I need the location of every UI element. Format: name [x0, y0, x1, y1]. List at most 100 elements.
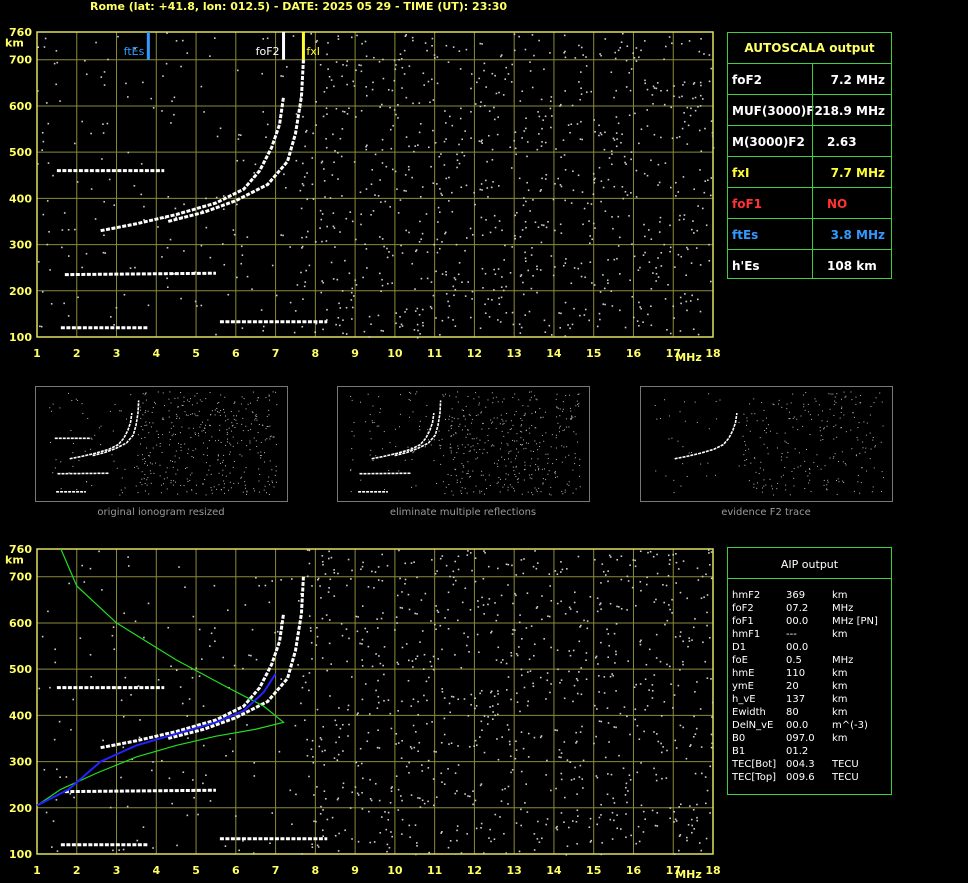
noise-dot [580, 46, 583, 49]
noise-dot [77, 296, 79, 299]
noise-dot [533, 833, 536, 835]
noise-dot [407, 659, 410, 662]
thumb-dot [744, 464, 746, 466]
noise-dot [399, 315, 401, 318]
noise-dot [648, 261, 651, 263]
noise-dot [567, 826, 570, 829]
thumb-dot [456, 482, 458, 484]
noise-dot [700, 150, 703, 153]
noise-dot [683, 120, 686, 123]
thumb-dot [486, 488, 488, 490]
thumb-dot [855, 455, 857, 457]
noise-dot [710, 746, 713, 749]
noise-dot [509, 146, 512, 149]
thumb-dot [159, 464, 161, 466]
noise-dot [564, 56, 567, 59]
thumb-dot [144, 412, 146, 414]
noise-dot [569, 327, 571, 330]
x-axis-label: MHz [675, 351, 702, 364]
thumb-dot [558, 431, 560, 433]
thumb-dot [756, 487, 758, 489]
thumb-dot [229, 481, 231, 483]
noise-dot [397, 742, 400, 744]
thumb-dot [231, 430, 233, 432]
noise-dot [338, 302, 340, 305]
thumb-dot [183, 485, 185, 487]
noise-dot [531, 86, 534, 89]
noise-dot [266, 123, 269, 126]
noise-dot [498, 297, 500, 300]
noise-dot [493, 214, 496, 217]
thumb-dot [563, 446, 565, 448]
noise-dot [535, 567, 538, 570]
thumb-dot [851, 399, 853, 401]
noise-dot [526, 181, 528, 184]
thumb-dot [529, 465, 531, 467]
noise-dot [421, 764, 423, 766]
noise-dot [607, 722, 610, 724]
noise-dot [370, 183, 373, 186]
noise-dot [491, 705, 494, 707]
thumb-dot [238, 410, 240, 412]
noise-dot [644, 678, 647, 680]
noise-dot [600, 54, 602, 57]
noise-dot [673, 95, 675, 98]
thumb-dot [275, 444, 277, 446]
noise-dot [689, 114, 692, 117]
thumb-dot [441, 438, 443, 440]
noise-dot [663, 243, 666, 246]
noise-dot [236, 159, 239, 162]
noise-dot [403, 49, 406, 52]
noise-dot [625, 86, 628, 88]
noise-dot [395, 616, 398, 618]
noise-dot [420, 599, 423, 601]
noise-dot [674, 636, 677, 638]
noise-dot [671, 612, 673, 614]
noise-dot [458, 143, 460, 146]
noise-dot [368, 315, 371, 318]
thumb-dot [507, 474, 509, 476]
noise-dot [558, 749, 561, 751]
noise-dot [436, 251, 439, 254]
noise-dot [351, 838, 353, 840]
noise-dot [412, 698, 415, 701]
thumb-dot [782, 474, 784, 476]
noise-dot [345, 217, 348, 220]
noise-dot [39, 325, 41, 328]
noise-dot [262, 38, 265, 40]
noise-dot [316, 626, 318, 629]
thumb-dot [275, 465, 277, 467]
noise-dot [652, 85, 655, 88]
noise-dot [393, 109, 396, 111]
noise-dot [437, 221, 439, 223]
noise-dot [432, 804, 435, 807]
thumb-dot [49, 407, 51, 409]
thumb-dot [205, 398, 207, 400]
noise-dot [698, 129, 701, 132]
noise-dot [563, 821, 565, 823]
thumb-dot [172, 460, 174, 462]
noise-dot [602, 186, 605, 189]
noise-dot [186, 52, 189, 54]
noise-dot [338, 324, 341, 327]
thumb-dot [275, 391, 277, 393]
noise-dot [687, 823, 690, 826]
thumb-dot [148, 455, 150, 457]
noise-dot [232, 750, 234, 753]
thumb-dot [778, 399, 780, 401]
thumb-dot [804, 488, 806, 490]
noise-dot [515, 153, 517, 156]
thumb-dot [499, 423, 501, 425]
noise-dot [285, 187, 287, 189]
thumb-dot [556, 476, 558, 478]
thumb-dot [161, 451, 163, 453]
noise-dot [332, 225, 335, 228]
thumb-dot [142, 429, 144, 431]
thumb-dot [81, 403, 83, 405]
noise-dot [540, 241, 543, 244]
y-tick-label: 300 [9, 756, 32, 769]
noise-dot [444, 122, 447, 124]
thumb-dot [205, 462, 207, 464]
noise-dot [480, 689, 483, 692]
noise-dot [351, 791, 354, 794]
